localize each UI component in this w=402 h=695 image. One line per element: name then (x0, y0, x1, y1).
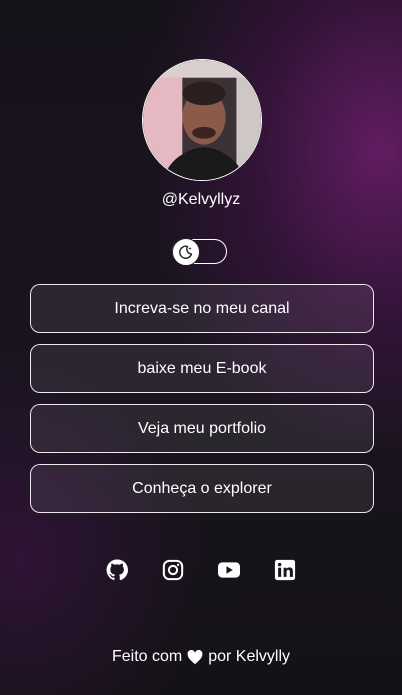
instagram-link[interactable] (162, 559, 184, 581)
heart-icon (187, 649, 203, 664)
link-explorer[interactable]: Conheça o explorer (30, 464, 374, 513)
avatar (142, 59, 262, 181)
moon-icon (179, 245, 193, 259)
link-portfolio[interactable]: Veja meu portfolio (30, 404, 374, 453)
youtube-icon (218, 562, 240, 578)
theme-toggle[interactable] (172, 238, 227, 266)
link-list: Increva-se no meu canal baixe meu E-book… (30, 284, 374, 524)
page: @Kelvyllyz Increva-se no meu canal baixe… (0, 0, 402, 695)
linkedin-link[interactable] (274, 559, 296, 581)
linkedin-icon (274, 559, 296, 581)
username: @Kelvyllyz (161, 191, 241, 208)
footer-prefix: Feito com (111, 648, 183, 665)
footer: Feito com por Kelvylly (0, 648, 402, 666)
link-subscribe-channel[interactable]: Increva-se no meu canal (30, 284, 374, 333)
profile-photo (143, 60, 261, 180)
link-ebook[interactable]: baixe meu E-book (30, 344, 374, 393)
footer-suffix: por Kelvylly (208, 648, 291, 665)
youtube-link[interactable] (218, 559, 240, 581)
github-icon (106, 559, 128, 581)
instagram-icon (162, 559, 184, 581)
toggle-knob[interactable] (172, 238, 200, 266)
social-links (0, 559, 402, 581)
github-link[interactable] (106, 559, 128, 581)
